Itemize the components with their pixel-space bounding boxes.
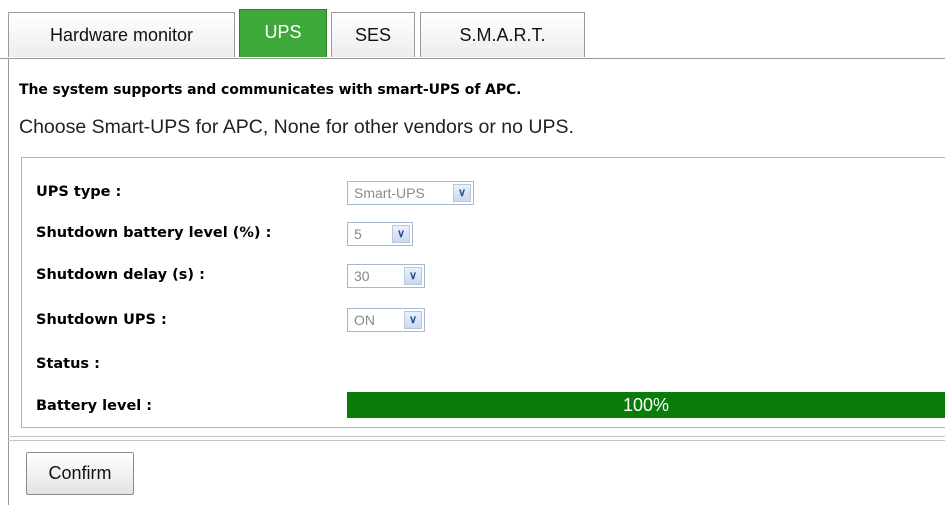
- shutdown-battery-level-label: Shutdown battery level (%) :: [36, 225, 272, 241]
- chevron-down-icon: ∨: [404, 311, 422, 329]
- panel-border: [8, 58, 9, 505]
- shutdown-ups-value: ON: [354, 312, 375, 328]
- shutdown-delay-value: 30: [354, 268, 370, 284]
- tab-smart[interactable]: S.M.A.R.T.: [420, 12, 585, 57]
- status-label: Status :: [36, 356, 100, 372]
- tab-hardware-monitor[interactable]: Hardware monitor: [8, 12, 235, 57]
- tab-divider: [0, 58, 945, 59]
- ups-type-label: UPS type :: [36, 184, 122, 200]
- description-title: The system supports and communicates wit…: [19, 82, 522, 98]
- tab-ups[interactable]: UPS: [239, 9, 327, 57]
- shutdown-ups-select[interactable]: ON ∨: [347, 308, 425, 332]
- ups-type-value: Smart-UPS: [354, 185, 425, 201]
- shutdown-delay-select[interactable]: 30 ∨: [347, 264, 425, 288]
- confirm-button[interactable]: Confirm: [26, 452, 134, 495]
- chevron-down-icon: ∨: [392, 225, 410, 243]
- ups-settings-panel: [21, 157, 945, 428]
- shutdown-ups-label: Shutdown UPS :: [36, 312, 167, 328]
- description-text: Choose Smart-UPS for APC, None for other…: [19, 116, 574, 138]
- tab-bar: Hardware monitor UPS SES S.M.A.R.T.: [8, 9, 945, 59]
- chevron-down-icon: ∨: [453, 184, 471, 202]
- tab-ses[interactable]: SES: [331, 12, 415, 57]
- battery-level-text: 100%: [622, 395, 670, 415]
- chevron-down-icon: ∨: [404, 267, 422, 285]
- ups-type-select[interactable]: Smart-UPS ∨: [347, 181, 474, 205]
- shutdown-battery-level-value: 5: [354, 226, 362, 242]
- battery-level-label: Battery level :: [36, 398, 153, 414]
- shutdown-battery-level-select[interactable]: 5 ∨: [347, 222, 413, 246]
- separator: [8, 440, 945, 441]
- battery-level-bar: 100%: [347, 392, 945, 418]
- separator: [8, 436, 945, 437]
- shutdown-delay-label: Shutdown delay (s) :: [36, 267, 205, 283]
